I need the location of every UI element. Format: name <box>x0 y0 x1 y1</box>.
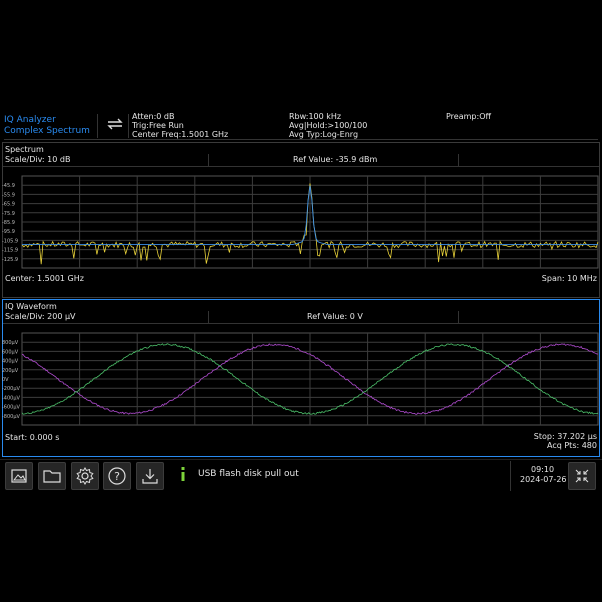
avg-hold-value: Avg|Hold:>100/100 <box>289 121 368 130</box>
iq-title: IQ Waveform <box>5 302 57 311</box>
spectrum-y-tick-label: -45.9 <box>2 183 15 189</box>
rbw-value: Rbw:100 kHz <box>289 112 342 121</box>
spectrum-y-tick-label: -65.9 <box>2 202 15 208</box>
trigger-value: Trig:Free Run <box>132 121 184 130</box>
spectrum-y-tick-label: -85.9 <box>2 220 15 226</box>
svg-text:?: ? <box>114 470 120 483</box>
preamp-value: Preamp:Off <box>446 112 491 121</box>
info-icon <box>178 466 188 482</box>
screenshot-button[interactable] <box>5 462 33 490</box>
save-button[interactable] <box>136 462 164 490</box>
status-header: IQ Analyzer Complex Spectrum Atten:0 dB … <box>4 110 598 140</box>
iq-acq-points: Acq Pts: 480 <box>547 441 597 450</box>
spectrum-plot[interactable]: -45.9 -55.9 -65.9 -75.9 -85.9 -95.9 -105.9 -115… <box>0 174 602 270</box>
spectrum-y-tick-label: -75.9 <box>2 211 15 217</box>
shrink-icon <box>575 469 589 483</box>
folder-icon <box>43 470 61 483</box>
iq-scale: Scale/Div: 200 µV <box>5 312 76 321</box>
iq-y-tick-label: 200µV <box>2 368 19 374</box>
spectrum-y-tick-label: -115.9 <box>2 248 18 254</box>
clock-time: 09:10 <box>531 465 555 474</box>
spectrum-title: Spectrum <box>5 145 44 154</box>
iq-y-tick-label: 0V <box>2 377 9 383</box>
iq-y-tick-label: 400µV <box>2 359 19 365</box>
spectrum-y-tick-label: -125.9 <box>2 257 18 263</box>
settings-button[interactable] <box>71 462 99 490</box>
download-icon <box>142 469 158 484</box>
iq-y-tick-label: -600µV <box>2 405 21 411</box>
gear-icon <box>76 467 94 485</box>
spectrum-scale: Scale/Div: 10 dB <box>5 155 71 164</box>
center-freq-value: Center Freq:1.5001 GHz <box>132 130 229 139</box>
help-icon: ? <box>108 467 126 485</box>
spectrum-ref-value: Ref Value: -35.9 dBm <box>293 155 378 164</box>
iq-stop: Stop: 37.202 µs <box>533 432 597 441</box>
file-manager-button[interactable] <box>38 462 66 490</box>
swap-icon[interactable] <box>105 116 125 132</box>
mode-title[interactable]: IQ Analyzer <box>4 115 56 125</box>
status-message: USB flash disk pull out <box>198 469 299 479</box>
spectrum-center: Center: 1.5001 GHz <box>5 274 84 283</box>
help-button[interactable]: ? <box>103 462 131 490</box>
spectrum-y-tick-label: -105.9 <box>2 238 18 244</box>
avg-type-value: Avg Typ:Log-Enrg <box>289 130 359 139</box>
mode-subtitle[interactable]: Complex Spectrum <box>4 126 90 136</box>
iq-ref-value: Ref Value: 0 V <box>307 312 363 321</box>
iq-plot[interactable]: 800µV 600µV 400µV 200µV 0V -200µV -400µV -600µV… <box>0 331 602 427</box>
screenshot-icon <box>11 469 27 483</box>
shrink-button[interactable] <box>568 462 596 490</box>
spectrum-span: Span: 10 MHz <box>541 274 597 283</box>
atten-value: Atten:0 dB <box>132 112 175 121</box>
iq-y-tick-label: 800µV <box>2 340 19 346</box>
spectrum-y-tick-label: -95.9 <box>2 229 15 235</box>
iq-y-tick-label: -200µV <box>2 386 21 392</box>
iq-y-tick-label: 600µV <box>2 349 19 355</box>
iq-start: Start: 0.000 s <box>5 433 60 442</box>
clock-date: 2024-07-26 <box>520 475 567 484</box>
iq-y-tick-label: -800µV <box>2 414 21 420</box>
iq-y-tick-label: -400µV <box>2 395 21 401</box>
spectrum-y-tick-label: -55.9 <box>2 192 15 198</box>
